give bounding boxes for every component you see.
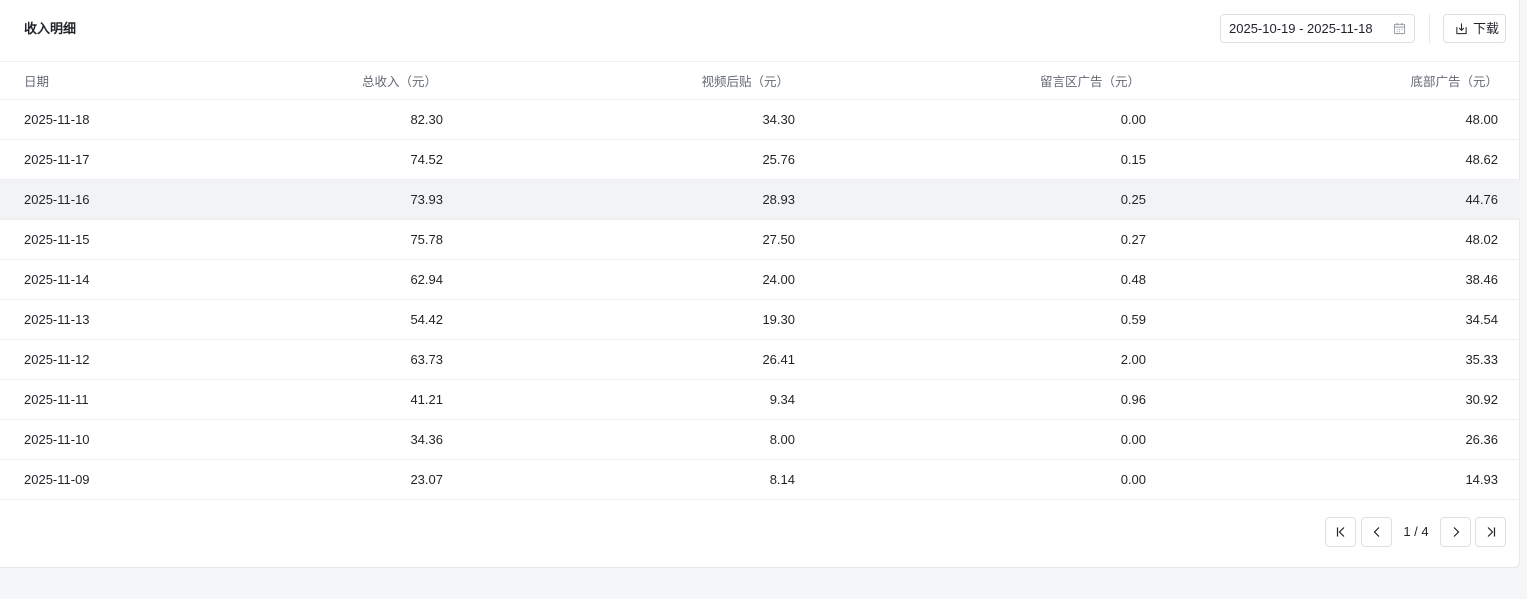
cell-date: 2025-11-16 xyxy=(0,179,175,220)
last-page-icon xyxy=(1487,527,1496,537)
cell-date: 2025-11-18 xyxy=(0,99,175,140)
cell-video-postroll: 25.76 xyxy=(443,139,795,180)
cell-bottom-ad: 34.54 xyxy=(1146,299,1498,340)
column-header-spacer xyxy=(1498,62,1520,100)
cell-bottom-ad: 26.36 xyxy=(1146,419,1498,460)
cell-comment-ad: 0.00 xyxy=(795,419,1146,460)
cell-bottom-ad: 44.76 xyxy=(1146,179,1498,220)
cell-date: 2025-11-11 xyxy=(0,379,175,420)
first-page-button[interactable] xyxy=(1325,517,1356,547)
row-spacer xyxy=(1498,179,1520,220)
cell-comment-ad: 0.15 xyxy=(795,139,1146,180)
table-row[interactable]: 2025-11-10 34.36 8.00 0.00 26.36 xyxy=(0,419,1520,460)
cell-bottom-ad: 48.00 xyxy=(1146,99,1498,140)
cell-comment-ad: 0.96 xyxy=(795,379,1146,420)
row-spacer xyxy=(1498,419,1520,460)
page-indicator: 1 / 4 xyxy=(1403,524,1429,539)
card-title: 收入明细 xyxy=(24,21,77,36)
cell-total-income: 73.93 xyxy=(175,179,443,220)
table-row[interactable]: 2025-11-14 62.94 24.00 0.48 38.46 xyxy=(0,259,1520,300)
cell-video-postroll: 8.14 xyxy=(443,459,795,500)
cell-date: 2025-11-10 xyxy=(0,419,175,460)
income-detail-card: 收入明细 2025-10-19 - 2025-11-18 下载 日期 总收入（元… xyxy=(0,0,1520,568)
row-spacer xyxy=(1498,219,1520,260)
cell-total-income: 75.78 xyxy=(175,219,443,260)
cell-date: 2025-11-14 xyxy=(0,259,175,300)
cell-date: 2025-11-17 xyxy=(0,139,175,180)
cell-video-postroll: 34.30 xyxy=(443,99,795,140)
last-page-button[interactable] xyxy=(1475,517,1506,547)
cell-comment-ad: 0.59 xyxy=(795,299,1146,340)
cell-total-income: 54.42 xyxy=(175,299,443,340)
first-page-icon xyxy=(1336,527,1345,537)
date-range-value: 2025-10-19 - 2025-11-18 xyxy=(1229,21,1373,36)
cell-comment-ad: 0.25 xyxy=(795,179,1146,220)
cell-bottom-ad: 30.92 xyxy=(1146,379,1498,420)
card-header: 收入明细 2025-10-19 - 2025-11-18 下载 xyxy=(0,0,1519,62)
next-page-icon xyxy=(1453,527,1460,537)
table-row[interactable]: 2025-11-12 63.73 26.41 2.00 35.33 xyxy=(0,339,1520,380)
prev-page-icon xyxy=(1373,527,1380,537)
column-header-date[interactable]: 日期 xyxy=(0,62,175,100)
date-range-picker[interactable]: 2025-10-19 - 2025-11-18 xyxy=(1220,14,1415,43)
row-spacer xyxy=(1498,339,1520,380)
cell-total-income: 23.07 xyxy=(175,459,443,500)
cell-comment-ad: 2.00 xyxy=(795,339,1146,380)
cell-video-postroll: 26.41 xyxy=(443,339,795,380)
cell-comment-ad: 0.00 xyxy=(795,99,1146,140)
row-spacer xyxy=(1498,299,1520,340)
cell-video-postroll: 24.00 xyxy=(443,259,795,300)
cell-comment-ad: 0.27 xyxy=(795,219,1146,260)
header-divider xyxy=(1429,14,1430,44)
cell-total-income: 41.21 xyxy=(175,379,443,420)
table-row[interactable]: 2025-11-17 74.52 25.76 0.15 48.62 xyxy=(0,139,1520,180)
next-page-button[interactable] xyxy=(1440,517,1471,547)
income-table: 日期 总收入（元） 视频后贴（元） 留言区广告（元） 底部广告（元） 2025-… xyxy=(0,62,1520,500)
row-spacer xyxy=(1498,379,1520,420)
download-label: 下载 xyxy=(1473,21,1500,36)
row-spacer xyxy=(1498,259,1520,300)
cell-video-postroll: 28.93 xyxy=(443,179,795,220)
cell-date: 2025-11-13 xyxy=(0,299,175,340)
table-row[interactable]: 2025-11-18 82.30 34.30 0.00 48.00 xyxy=(0,99,1520,140)
table-row[interactable]: 2025-11-11 41.21 9.34 0.96 30.92 xyxy=(0,379,1520,420)
download-icon xyxy=(1456,23,1467,35)
cell-video-postroll: 9.34 xyxy=(443,379,795,420)
cell-total-income: 62.94 xyxy=(175,259,443,300)
cell-video-postroll: 8.00 xyxy=(443,419,795,460)
cell-bottom-ad: 48.02 xyxy=(1146,219,1498,260)
download-button[interactable]: 下载 xyxy=(1443,14,1506,43)
calendar-icon xyxy=(1393,22,1406,35)
cell-bottom-ad: 48.62 xyxy=(1146,139,1498,180)
cell-date: 2025-11-09 xyxy=(0,459,175,500)
row-spacer xyxy=(1498,99,1520,140)
table-row[interactable]: 2025-11-13 54.42 19.30 0.59 34.54 xyxy=(0,299,1520,340)
cell-video-postroll: 19.30 xyxy=(443,299,795,340)
cell-date: 2025-11-15 xyxy=(0,219,175,260)
cell-bottom-ad: 38.46 xyxy=(1146,259,1498,300)
cell-bottom-ad: 35.33 xyxy=(1146,339,1498,380)
prev-page-button[interactable] xyxy=(1361,517,1392,547)
column-header-total-income[interactable]: 总收入（元） xyxy=(175,62,443,100)
column-header-bottom-ad[interactable]: 底部广告（元） xyxy=(1146,62,1498,100)
cell-total-income: 34.36 xyxy=(175,419,443,460)
table-row[interactable]: 2025-11-16 73.93 28.93 0.25 44.76 xyxy=(0,179,1520,220)
cell-comment-ad: 0.48 xyxy=(795,259,1146,300)
cell-total-income: 74.52 xyxy=(175,139,443,180)
cell-total-income: 63.73 xyxy=(175,339,443,380)
table-header-row: 日期 总收入（元） 视频后贴（元） 留言区广告（元） 底部广告（元） xyxy=(0,62,1520,100)
column-header-video-postroll[interactable]: 视频后贴（元） xyxy=(443,62,795,100)
cell-date: 2025-11-12 xyxy=(0,339,175,380)
cell-comment-ad: 0.00 xyxy=(795,459,1146,500)
row-spacer xyxy=(1498,459,1520,500)
row-spacer xyxy=(1498,139,1520,180)
table-row[interactable]: 2025-11-15 75.78 27.50 0.27 48.02 xyxy=(0,219,1520,260)
cell-bottom-ad: 14.93 xyxy=(1146,459,1498,500)
cell-video-postroll: 27.50 xyxy=(443,219,795,260)
column-header-comment-ad[interactable]: 留言区广告（元） xyxy=(795,62,1146,100)
cell-total-income: 82.30 xyxy=(175,99,443,140)
table-row[interactable]: 2025-11-09 23.07 8.14 0.00 14.93 xyxy=(0,459,1520,500)
